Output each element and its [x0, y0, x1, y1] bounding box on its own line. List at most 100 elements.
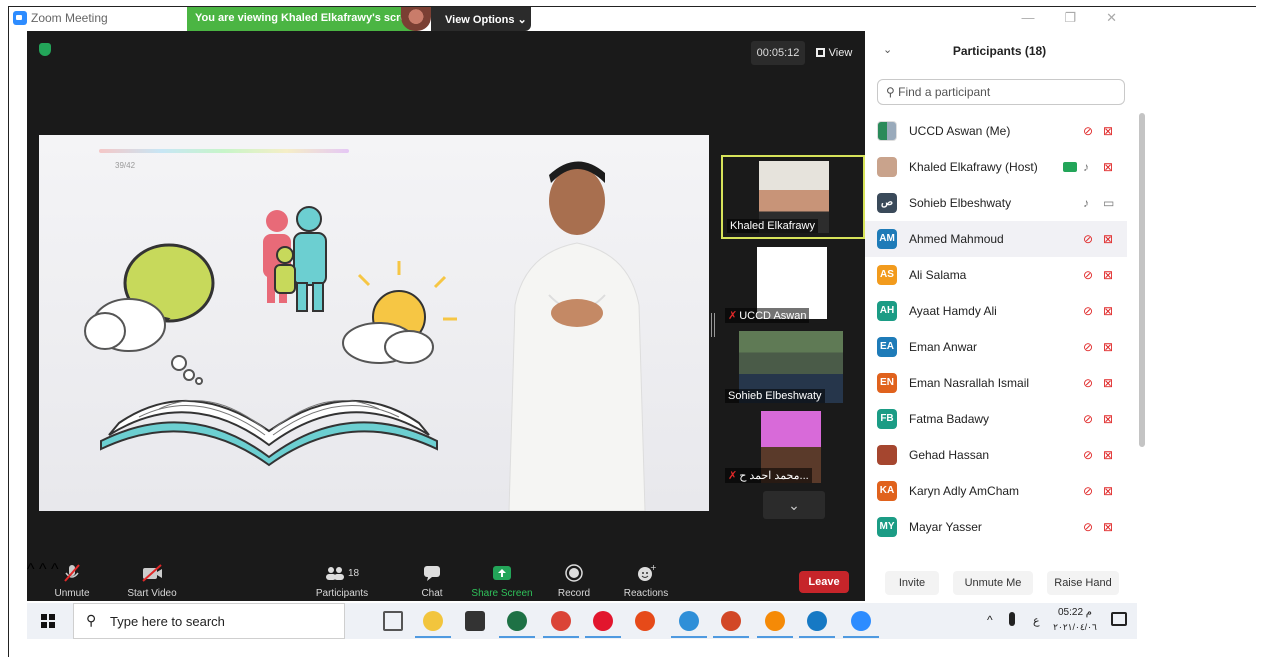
start-video-button[interactable]: Start Video	[117, 561, 187, 599]
screen-sharing-icon	[1063, 162, 1077, 172]
taskbar-search-placeholder: Type here to search	[110, 614, 225, 629]
muted-mic-icon: ⊘	[1083, 232, 1094, 246]
zoom-logo-icon	[13, 11, 27, 25]
participants-label: Participants	[315, 588, 369, 599]
participant-row[interactable]: AM Ahmed Mahmoud ⊘ ⊠	[865, 221, 1127, 257]
record-button[interactable]: Record	[539, 561, 609, 599]
opera-icon[interactable]	[593, 611, 613, 631]
muted-mic-icon	[64, 564, 80, 582]
show-hidden-icons-icon[interactable]: ^	[987, 613, 993, 627]
participant-row[interactable]: KA Karyn Adly AmCham ⊘ ⊠	[865, 473, 1127, 509]
participant-row[interactable]: FB Fatma Badawy ⊘ ⊠	[865, 401, 1127, 437]
record-icon	[565, 564, 583, 582]
participant-row[interactable]: EA Eman Anwar ⊘ ⊠	[865, 329, 1127, 365]
edge-icon[interactable]	[679, 611, 699, 631]
open-book-icon	[100, 399, 438, 467]
participant-row[interactable]: Khaled Elkafrawy (Host) ♪ ⊠	[865, 149, 1127, 185]
meeting-area: 00:05:12 View 39/42 Khaled Elkafrawy ✗ U…	[27, 31, 865, 601]
participant-name: Khaled Elkafrawy (Host)	[909, 160, 1038, 174]
mic-icon: ♪	[1083, 160, 1089, 174]
input-language[interactable]: ع	[1033, 614, 1040, 627]
running-app-indicator	[499, 636, 535, 638]
grid-icon	[815, 48, 825, 57]
audio-options-caret-icon[interactable]: ^	[27, 561, 35, 578]
chat-icon	[424, 566, 440, 581]
presentation-illustration	[84, 161, 646, 511]
participants-icon	[325, 567, 344, 580]
office-icon[interactable]	[635, 611, 655, 631]
chat-button[interactable]: Chat	[397, 561, 467, 599]
find-participant-input[interactable]: ⚲ Find a participant	[877, 79, 1125, 105]
video-off-icon: ⊠	[1103, 448, 1114, 462]
muted-mic-icon: ⊘	[1083, 376, 1094, 390]
muted-mic-icon: ⊘	[1083, 484, 1094, 498]
thumbnail-name: محمد احمد ح...	[739, 470, 809, 482]
participant-avatar: AH	[877, 301, 897, 321]
store-icon[interactable]	[465, 611, 485, 631]
participant-name: Eman Nasrallah Ismail	[909, 376, 1030, 390]
view-options-button[interactable]: View Options ⌄	[431, 7, 531, 31]
share-screen-button[interactable]: Share Screen	[467, 561, 537, 599]
video-thumbnail[interactable]: ✗ UCCD Aswan	[721, 243, 865, 327]
running-app-indicator	[671, 636, 707, 638]
participants-button[interactable]: 18 Participants	[307, 561, 377, 599]
notifications-icon[interactable]	[1111, 612, 1127, 626]
photos-icon[interactable]	[807, 611, 827, 631]
video-thumbnail[interactable]: Sohieb Elbeshwaty	[721, 327, 865, 407]
chrome-icon[interactable]	[551, 611, 571, 631]
participant-row[interactable]: UCCD Aswan (Me) ⊘ ⊠	[865, 113, 1127, 149]
minimize-button[interactable]: —	[1021, 10, 1034, 26]
muted-mic-icon: ⊘	[1083, 412, 1094, 426]
participant-row[interactable]: EN Eman Nasrallah Ismail ⊘ ⊠	[865, 365, 1127, 401]
muted-mic-icon: ⊘	[1083, 340, 1094, 354]
windows-start-icon[interactable]	[41, 614, 55, 628]
video-thumbnail[interactable]: ✗ محمد احمد ح...	[721, 407, 865, 487]
video-thumbnail[interactable]: Khaled Elkafrawy	[721, 155, 865, 239]
leave-button[interactable]: Leave	[799, 571, 849, 593]
video-off-icon	[142, 564, 162, 582]
microphone-in-use-icon[interactable]	[1009, 612, 1015, 626]
file-explorer-icon[interactable]	[423, 611, 443, 631]
participant-name: Ali Salama	[909, 268, 967, 282]
muted-mic-icon: ✗	[728, 470, 738, 482]
screen-share-banner: You are viewing Khaled Elkafrawy's scree…	[187, 7, 417, 31]
participant-list-scrollbar[interactable]	[1139, 113, 1145, 447]
participant-row[interactable]: AH Ayaat Hamdy Ali ⊘ ⊠	[865, 293, 1127, 329]
app-title: Zoom Meeting	[13, 11, 108, 25]
family-icon	[263, 206, 327, 312]
participant-row[interactable]: ص Sohieb Elbeshwaty ♪ ▭	[865, 185, 1127, 221]
participant-avatar: EN	[877, 373, 897, 393]
clock-date[interactable]: ٢٠٢١/٠٤/٠٦	[1051, 622, 1099, 633]
more-videos-chevron-icon[interactable]: ⌄	[763, 491, 825, 519]
unmute-button[interactable]: Unmute	[37, 561, 107, 599]
meeting-timer: 00:05:12	[751, 41, 805, 65]
search-icon: ⚲	[86, 612, 97, 628]
running-app-indicator	[543, 636, 579, 638]
encryption-shield-icon[interactable]	[39, 43, 51, 56]
task-view-icon[interactable]	[383, 611, 403, 631]
panel-resize-handle[interactable]	[711, 313, 715, 337]
participant-row[interactable]: Gehad Hassan ⊘ ⊠	[865, 437, 1127, 473]
excel-icon[interactable]	[507, 611, 527, 631]
invite-button[interactable]: Invite	[885, 571, 939, 595]
zoom-icon[interactable]	[851, 611, 871, 631]
unmute-label: Unmute	[54, 588, 90, 599]
vlc-icon[interactable]	[765, 611, 785, 631]
meeting-toolbar: Unmute ^ Start Video ^ 18 Participants ^…	[27, 561, 865, 607]
participant-avatar: ص	[877, 193, 897, 213]
reactions-label: Reactions	[623, 588, 669, 599]
unmute-me-button[interactable]: Unmute Me	[953, 571, 1033, 595]
reactions-button[interactable]: + Reactions	[611, 561, 681, 599]
participant-row[interactable]: AS Ali Salama ⊘ ⊠	[865, 257, 1127, 293]
view-button[interactable]: View	[809, 41, 859, 65]
restore-button[interactable]: ❐	[1064, 10, 1076, 26]
clock-time[interactable]: 05:22 م	[1053, 607, 1097, 618]
close-button[interactable]: ✕	[1106, 10, 1117, 26]
raise-hand-button[interactable]: Raise Hand	[1047, 571, 1119, 595]
panel-header: ⌄ Participants (18)	[865, 31, 1134, 71]
taskbar-search-box[interactable]: ⚲ Type here to search	[73, 603, 345, 639]
powerpoint-icon[interactable]	[721, 611, 741, 631]
search-icon: ⚲	[886, 85, 895, 99]
participant-row[interactable]: MY Mayar Yasser ⊘ ⊠	[865, 509, 1127, 545]
video-off-icon: ⊠	[1103, 268, 1114, 282]
